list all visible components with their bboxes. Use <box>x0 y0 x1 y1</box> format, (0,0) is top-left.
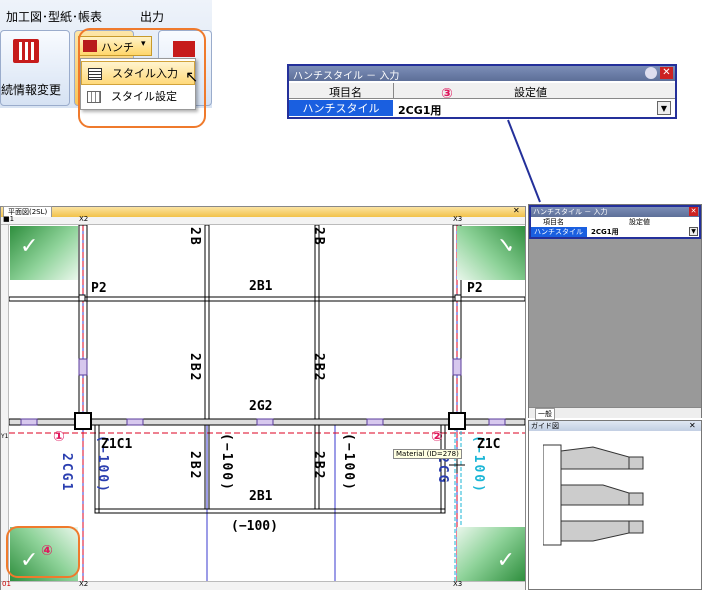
annotation-1: ① <box>53 429 65 445</box>
row-value-text: 2CG1用 <box>398 104 442 117</box>
member-edit-icon <box>13 39 39 63</box>
close-icon[interactable]: ✕ <box>513 206 520 215</box>
beam-label-2b2-low-left: 2B2 <box>187 451 202 481</box>
mini-titlebar: ハンチスタイル － 入力 ✕ <box>531 207 699 217</box>
guide-title: ガイド図 <box>531 422 559 430</box>
window-title: ハンチスタイル － 入力 <box>293 71 400 82</box>
chevron-down-icon[interactable]: ▼ <box>689 227 698 236</box>
connector-line <box>507 119 541 203</box>
bottom-ruler: 01 X2 X3 <box>1 580 525 590</box>
beam-label-2b-top-left: 2B <box>187 227 202 247</box>
ribbon-tab-output[interactable]: 出力 <box>140 8 164 25</box>
row-item-name[interactable]: ハンチスタイル <box>289 100 393 116</box>
level-label-midright: (−100) <box>341 433 356 492</box>
mini-title: ハンチスタイル － 入力 <box>533 208 608 216</box>
level-label-horizontal: (−100) <box>231 519 278 534</box>
column-label-z1c: Z1C <box>477 437 501 452</box>
mini-row-value[interactable]: 2CG1用 <box>591 227 619 237</box>
annotation-2: ② <box>431 429 443 445</box>
header-setting-value: 設定値 <box>514 86 547 99</box>
mini-header-value: 設定値 <box>629 218 650 226</box>
corner-indicator-tl[interactable]: ✓ <box>10 226 78 280</box>
divider <box>393 83 394 99</box>
ruler-label: 01 <box>2 580 11 588</box>
continue-info-change-button[interactable]: 続情報変更 <box>0 30 70 106</box>
check-icon: ✓ <box>496 548 515 573</box>
haunch-label-2cg1-left: 2CG1 <box>59 453 74 493</box>
x-ruler: ■1 X2 X3 <box>1 215 525 225</box>
chevron-down-icon[interactable]: ▼ <box>657 101 671 115</box>
table-header: 項目名 設定値 <box>289 83 675 99</box>
style-input-panel: ハンチスタイル － 入力 ✕ 項目名 設定値 ハンチスタイル 2CG1用 ▼ 一… <box>528 204 702 420</box>
tooltip: Material (ID=278) <box>393 449 462 459</box>
close-icon[interactable]: ✕ <box>689 207 698 216</box>
guide-panel: ガイド図 ✕ <box>528 420 702 590</box>
guide-titlebar: ガイド図 ✕ <box>529 421 701 431</box>
mini-header-name: 項目名 <box>543 218 564 226</box>
corner-indicator-tr[interactable]: ✓ <box>457 226 525 280</box>
check-icon: ✓ <box>20 234 39 259</box>
y-ruler: Y1 <box>1 225 9 583</box>
tab-general[interactable]: 一般 <box>535 408 555 420</box>
beam-label-2b1-bottom: 2B1 <box>249 489 273 504</box>
beam-label-2b2-low-right: 2B2 <box>311 451 326 481</box>
corner-indicator-br[interactable]: ✓ <box>457 527 525 581</box>
pin-icon[interactable] <box>645 67 657 79</box>
beam-label-2b2-mid-left: 2B2 <box>187 353 202 383</box>
grid-label-x3: X3 <box>453 580 463 588</box>
beam-label-2b1-top: 2B1 <box>249 279 273 294</box>
window-titlebar: ハンチスタイル － 入力 ✕ <box>289 66 675 82</box>
plan-drawing-window: 平面図(2SL) ✕ ■1 X2 X3 Y1 01 X2 X3 ✓ ✓ ✓ ✓ … <box>0 206 526 590</box>
grid-label-x2: X2 <box>79 215 89 223</box>
beam-label-2b-top-right: 2B <box>311 227 326 247</box>
haunch-label-2cg-right: 2CG <box>435 455 450 485</box>
highlight-ribbon-menu <box>78 28 206 128</box>
header-item-name: 項目名 <box>329 86 362 99</box>
close-icon[interactable]: ✕ <box>660 67 673 79</box>
level-label-mid: (−100) <box>219 433 234 492</box>
grid-label-x2: X2 <box>79 580 89 588</box>
column-label-z1c1: Z1C1 <box>101 437 133 452</box>
check-icon: ✓ <box>496 234 515 259</box>
ruler-label: ■1 <box>3 215 15 223</box>
grid-label-y1: Y1 <box>1 433 9 440</box>
close-icon[interactable]: ✕ <box>689 421 696 430</box>
panel-footer: 一般 <box>529 407 701 420</box>
haunch-guide-diagram <box>543 444 644 546</box>
beam-label-2b2-mid-right: 2B2 <box>311 353 326 383</box>
mini-row-name[interactable]: ハンチスタイル <box>531 227 587 237</box>
girder-label-2g2: 2G2 <box>249 399 273 414</box>
row-value-select[interactable]: 2CG1用 ▼ <box>395 100 675 117</box>
grid-label-x3: X3 <box>453 215 463 223</box>
annotation-4: ④ <box>41 543 53 559</box>
mini-style-window: ハンチスタイル － 入力 ✕ 項目名 設定値 ハンチスタイル 2CG1用 ▼ <box>529 205 701 239</box>
column-label-p2-left: P2 <box>91 281 107 296</box>
row-name-text: ハンチスタイル <box>302 102 380 115</box>
haunch-style-window: ハンチスタイル － 入力 ✕ 項目名 設定値 ③ ハンチスタイル 2CG1用 ▼ <box>287 64 677 119</box>
continue-info-label: 続情報変更 <box>1 83 62 97</box>
ribbon-tab-drawings[interactable]: 加工図･型紙･帳表 <box>6 8 102 25</box>
column-label-p2-right: P2 <box>467 281 483 296</box>
